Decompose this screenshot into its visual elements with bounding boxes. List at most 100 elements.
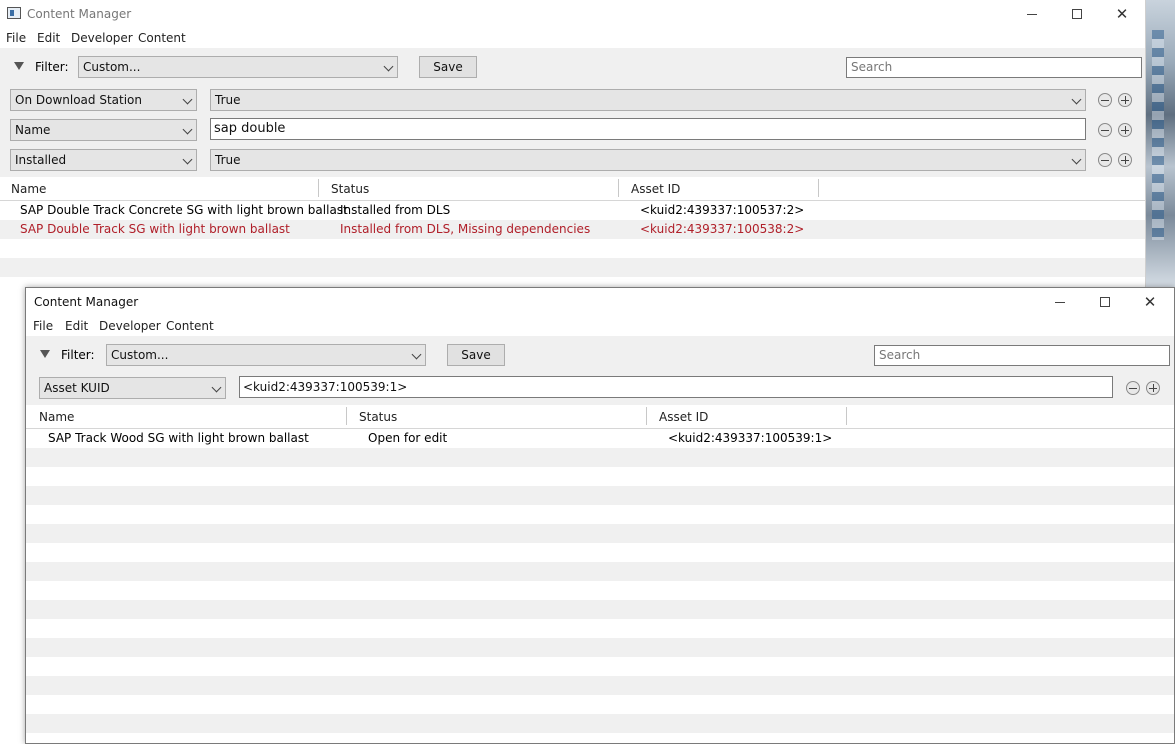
column-status[interactable]: Status (331, 182, 369, 196)
title-bar[interactable]: Content Manager ✕ (0, 0, 1145, 28)
condition-field-value: Installed (15, 153, 67, 167)
add-condition-button[interactable] (1118, 153, 1132, 167)
column-divider[interactable] (318, 179, 319, 197)
collapse-triangle-icon[interactable] (40, 350, 50, 358)
filter-preset-value: Custom... (83, 60, 141, 74)
filter-bar: Filter: Custom... Save Search (26, 336, 1174, 375)
table-row[interactable]: SAP Double Track SG with light brown bal… (0, 220, 1145, 239)
column-asset-id[interactable]: Asset ID (659, 410, 708, 424)
row-status: Installed from DLS, Missing dependencies (340, 222, 591, 236)
empty-row (26, 448, 1174, 467)
minimize-button[interactable] (1020, 4, 1044, 24)
empty-row (26, 581, 1174, 600)
column-divider[interactable] (646, 407, 647, 425)
title-bar[interactable]: Content Manager ✕ (26, 288, 1174, 316)
filter-label: Filter: (35, 60, 69, 74)
condition-field-dropdown[interactable]: Asset KUID (39, 377, 226, 399)
filter-bar: Filter: Custom... Save Search (0, 48, 1145, 87)
empty-row (0, 258, 1145, 277)
filter-preset-dropdown[interactable]: Custom... (78, 56, 398, 78)
column-header: Name Status Asset ID (26, 405, 1174, 429)
menu-file[interactable]: File (33, 319, 53, 333)
remove-condition-button[interactable] (1098, 153, 1112, 167)
filter-preset-dropdown[interactable]: Custom... (106, 344, 426, 366)
content-manager-window-front[interactable]: Content Manager ✕ File Edit Developer Co… (25, 287, 1175, 744)
search-input[interactable]: Search (874, 345, 1170, 366)
app-icon (7, 7, 21, 19)
condition-value: True (215, 93, 241, 107)
condition-field-value: On Download Station (15, 93, 142, 107)
column-asset-id[interactable]: Asset ID (631, 182, 680, 196)
column-name[interactable]: Name (11, 182, 46, 196)
empty-row (26, 714, 1174, 733)
remove-condition-button[interactable] (1126, 381, 1140, 395)
menu-bar: File Edit Developer Content (26, 316, 1174, 336)
add-condition-button[interactable] (1118, 93, 1132, 107)
row-asset-id: <kuid2:439337:100537:2> (640, 203, 805, 217)
condition-field-dropdown[interactable]: On Download Station (10, 89, 197, 111)
empty-row (26, 638, 1174, 657)
desktop-background (1146, 0, 1175, 287)
menu-developer[interactable]: Developer (71, 31, 133, 45)
maximize-button[interactable] (1093, 292, 1117, 312)
chevron-down-icon (182, 124, 193, 135)
menu-edit[interactable]: Edit (37, 31, 60, 45)
chevron-down-icon (182, 154, 193, 165)
menu-developer[interactable]: Developer (99, 319, 161, 333)
table-row[interactable]: SAP Track Wood SG with light brown balla… (26, 429, 1174, 448)
column-divider[interactable] (346, 407, 347, 425)
condition-value-input[interactable]: sap double (210, 118, 1086, 140)
column-divider[interactable] (846, 407, 847, 425)
empty-row (0, 239, 1145, 258)
row-name: SAP Double Track SG with light brown bal… (20, 222, 290, 236)
column-name[interactable]: Name (39, 410, 74, 424)
close-button[interactable]: ✕ (1138, 292, 1162, 312)
condition-value-input[interactable]: <kuid2:439337:100539:1> (239, 376, 1113, 398)
remove-condition-button[interactable] (1098, 123, 1112, 137)
filter-label: Filter: (61, 348, 95, 362)
minimize-icon (1027, 13, 1037, 15)
menu-content[interactable]: Content (138, 31, 186, 45)
row-status: Open for edit (368, 431, 448, 445)
maximize-icon (1072, 9, 1082, 19)
filter-preset-value: Custom... (111, 348, 169, 362)
minimize-button[interactable] (1048, 292, 1072, 312)
search-placeholder: Search (879, 348, 921, 362)
condition-field-dropdown[interactable]: Name (10, 119, 197, 141)
maximize-button[interactable] (1065, 4, 1089, 24)
empty-row (26, 695, 1174, 714)
collapse-triangle-icon[interactable] (14, 62, 24, 70)
empty-row (26, 676, 1174, 695)
search-input[interactable]: Search (846, 57, 1142, 78)
column-status[interactable]: Status (359, 410, 397, 424)
empty-row (26, 543, 1174, 562)
condition-field-dropdown[interactable]: Installed (10, 149, 197, 171)
table-row[interactable]: SAP Double Track Concrete SG with light … (0, 201, 1145, 220)
condition-field-value: Asset KUID (44, 381, 110, 395)
condition-value-dropdown[interactable]: True (210, 89, 1086, 111)
add-condition-button[interactable] (1118, 123, 1132, 137)
column-divider[interactable] (618, 179, 619, 197)
add-condition-button[interactable] (1146, 381, 1160, 395)
row-name: SAP Track Wood SG with light brown balla… (48, 431, 309, 445)
column-divider[interactable] (818, 179, 819, 197)
empty-row (26, 562, 1174, 581)
empty-row (26, 619, 1174, 638)
menu-content[interactable]: Content (166, 319, 214, 333)
window-title: Content Manager (34, 295, 139, 309)
save-button[interactable]: Save (419, 56, 477, 78)
menu-file[interactable]: File (6, 31, 26, 45)
chevron-down-icon (411, 349, 422, 360)
menu-edit[interactable]: Edit (65, 319, 88, 333)
chevron-down-icon (383, 61, 394, 72)
condition-value-dropdown[interactable]: True (210, 149, 1086, 171)
save-button[interactable]: Save (447, 344, 505, 366)
row-name: SAP Double Track Concrete SG with light … (20, 203, 348, 217)
remove-condition-button[interactable] (1098, 93, 1112, 107)
window-title: Content Manager (27, 7, 132, 21)
row-asset-id: <kuid2:439337:100539:1> (668, 431, 833, 445)
condition-field-value: Name (15, 123, 51, 137)
filter-conditions: On Download Station True Name sap double… (0, 87, 1145, 177)
close-button[interactable]: ✕ (1110, 4, 1134, 24)
chevron-down-icon (211, 382, 222, 393)
